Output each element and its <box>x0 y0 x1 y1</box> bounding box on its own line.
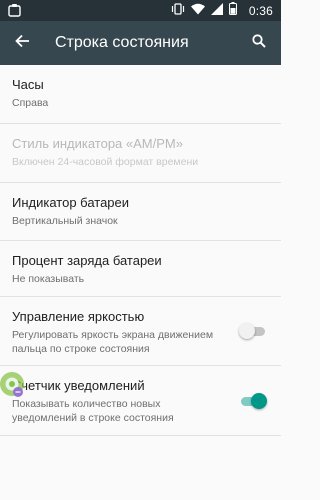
setting-clock[interactable]: Часы Справа <box>0 65 281 124</box>
setting-summary: Справа <box>12 97 49 109</box>
setting-brightness-control[interactable]: Управление яркостью Регулировать яркость… <box>0 297 281 366</box>
wifi-icon <box>190 2 205 20</box>
page-title: Строка состояния <box>55 34 189 51</box>
setting-title: Стиль индикатора «AM/PM» <box>12 136 183 151</box>
setting-am-pm-style: Стиль индикатора «AM/PM» Включен 24-часо… <box>0 124 281 183</box>
search-button[interactable] <box>237 21 281 65</box>
notification-counter-toggle[interactable] <box>239 392 267 410</box>
setting-summary: Регулировать яркость экрана движением па… <box>12 329 214 355</box>
setting-summary: Не показывать <box>12 273 85 285</box>
setting-title: Управление яркостью <box>12 309 145 324</box>
toolbar: Строка состояния <box>0 21 281 65</box>
signal-icon <box>210 2 223 20</box>
settings-list: Часы Справа Стиль индикатора «AM/PM» Вкл… <box>0 65 281 436</box>
brightness-toggle[interactable] <box>239 322 267 340</box>
setting-summary: Показывать количество новых уведомлений … <box>12 398 174 424</box>
setting-notification-counter[interactable]: Счетчик уведомлений Показывать количеств… <box>0 366 281 436</box>
setting-battery-indicator[interactable]: Индикатор батареи Вертикальный значок <box>0 183 281 241</box>
arrow-back-icon <box>15 34 29 53</box>
search-icon <box>252 33 266 53</box>
setting-title: Счетчик уведомлений <box>12 378 145 393</box>
back-button[interactable] <box>0 21 44 65</box>
status-time: 0:36 <box>248 3 273 18</box>
status-bar: 0:36 <box>0 0 281 21</box>
setting-summary: Включен 24-часовой формат времени <box>12 156 199 168</box>
vibrate-icon <box>171 2 185 20</box>
setting-title: Часы <box>12 77 44 92</box>
battery-icon <box>228 1 237 20</box>
notification-icon <box>8 3 21 17</box>
setting-battery-percent[interactable]: Процент заряда батареи Не показывать <box>0 241 281 297</box>
floating-bubble-icon[interactable] <box>0 369 26 401</box>
setting-summary: Вертикальный значок <box>12 215 118 227</box>
setting-title: Процент заряда батареи <box>12 253 162 268</box>
setting-title: Индикатор батареи <box>12 195 130 210</box>
